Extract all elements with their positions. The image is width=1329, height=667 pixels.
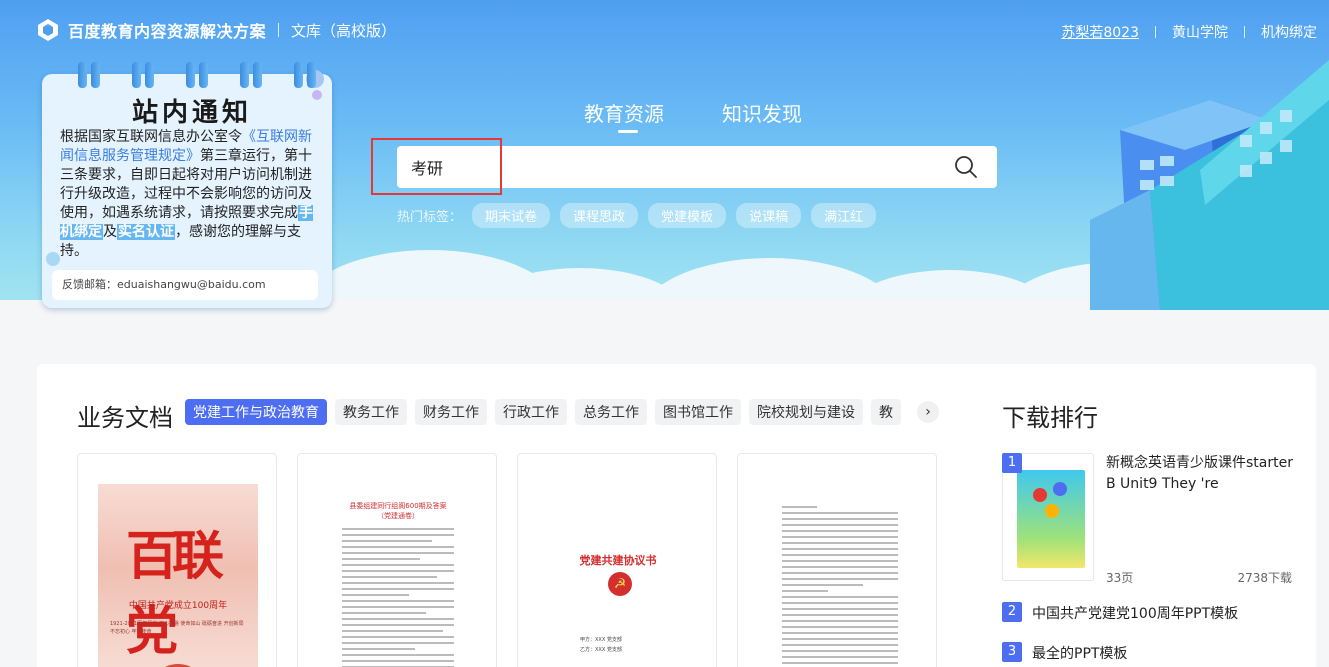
rank-badge: 2	[1002, 602, 1022, 622]
hot-tag[interactable]: 满江红	[811, 203, 877, 228]
hot-tag[interactable]: 期末试卷	[472, 203, 551, 228]
balloon-shape	[1053, 482, 1067, 496]
download-count: 2738下载	[1237, 571, 1292, 585]
hot-tag[interactable]: 党建模板	[648, 203, 727, 228]
search-icon[interactable]	[953, 154, 979, 180]
document-card[interactable]: 县委组建同行组阁600期及答案 （党建通卷）	[297, 453, 497, 667]
tab-education-resources[interactable]: 教育资源	[584, 98, 664, 133]
category-tab-general-affairs[interactable]: 总务工作	[575, 399, 647, 425]
category-tab-finance[interactable]: 财务工作	[415, 399, 487, 425]
hot-tags-label: 热门标签：	[397, 210, 463, 225]
brand-title: 百度教育内容资源解决方案	[68, 22, 267, 41]
ranking-item-title[interactable]: 新概念英语青少版课件starter B Unit9 They 're	[1106, 453, 1296, 495]
user-links: 苏梨若8023 黄山学院 机构绑定	[1061, 22, 1317, 42]
party-emblem-icon: ☭	[608, 572, 632, 596]
category-tab-administration[interactable]: 行政工作	[495, 399, 567, 425]
divider	[1244, 26, 1245, 38]
tab-knowledge-discovery[interactable]: 知识发现	[722, 98, 802, 127]
rank-badge: 1	[1002, 453, 1022, 473]
cover-headline: 百联党	[126, 527, 224, 662]
product-name: 文库（高校版）	[291, 21, 397, 40]
cover-illustration	[1017, 470, 1085, 568]
business-docs-title: 业务文档	[77, 404, 173, 432]
category-tab-planning[interactable]: 院校规划与建设	[749, 399, 863, 425]
document-text-lines	[782, 506, 898, 667]
signature-line: 甲方：XXX 党支部	[580, 637, 622, 643]
document-card[interactable]: 百联党 中国共产党成立100周年 1921-2021百年风华 初心如磐 使命如山…	[77, 453, 277, 667]
ranking-item-meta: 33页 2738下载	[1106, 569, 1292, 586]
document-subheading: （党建通卷）	[377, 512, 419, 520]
cover-subtitle: 中国共产党成立100周年	[128, 601, 228, 611]
category-tabs: 党建工作与政治教育 教务工作 财务工作 行政工作 总务工作 图书馆工作 院校规划…	[185, 399, 901, 425]
category-tab-more[interactable]: 教	[871, 399, 901, 425]
document-card[interactable]	[737, 453, 937, 667]
org-bind-link[interactable]: 机构绑定	[1261, 22, 1317, 42]
document-heading: 党建共建协议书	[579, 554, 657, 567]
ranking-item-3[interactable]: 3 最全的PPT模板	[1002, 642, 1302, 664]
search-tabs: 教育资源 知识发现	[584, 98, 802, 133]
real-name-auth-link[interactable]: 实名认证	[117, 224, 175, 240]
rank-badge: 3	[1002, 642, 1022, 662]
balloon-shape	[1033, 488, 1047, 502]
ranking-item-2[interactable]: 2 中国共产党建党100周年PPT模板	[1002, 602, 1302, 624]
notebook-rings	[78, 62, 318, 88]
notice-title: 站内通知	[131, 98, 252, 128]
building-illustration	[1090, 60, 1329, 310]
divider	[1155, 26, 1156, 38]
signature-line: 乙方：XXX 党支部	[580, 647, 622, 653]
hot-tag[interactable]: 课程思政	[560, 203, 639, 228]
document-heading: 县委组建同行组阁600期及答案	[349, 502, 447, 510]
page-count: 33页	[1106, 571, 1134, 585]
ranking-item-title[interactable]: 最全的PPT模板	[1032, 643, 1127, 663]
ranking-item-1[interactable]: 1 新概念英语青少版课件starter B Unit9 They 're 33页…	[1002, 453, 1293, 593]
document-text-lines	[342, 528, 454, 667]
top-navigation: 百度教育内容资源解决方案 文库（高校版） 苏梨若8023 黄山学院 机构绑定	[0, 0, 1329, 62]
category-tab-library[interactable]: 图书馆工作	[655, 399, 741, 425]
download-ranking-title: 下载排行	[1002, 404, 1098, 432]
feedback-email: 反馈邮箱：eduaishangwu@baidu.com	[52, 270, 318, 300]
hot-tags: 热门标签： 期末试卷 课程思政 党建模板 说课稿 满江红	[397, 203, 877, 228]
notice-body: 根据国家互联网信息办公室令《互联网新闻信息服务管理规定》第三章运行，第十三条要求…	[60, 129, 313, 259]
document-card[interactable]: 党建共建协议书 ☭ 甲方：XXX 党支部 乙方：XXX 党支部	[517, 453, 717, 667]
cover-text: 1921-2021百年风华 初心如磐 使命如山 砥砺奋进 开创新局 不忘初心 牢…	[110, 621, 244, 635]
site-notice-card: 站内通知 根据国家互联网信息办公室令《互联网新闻信息服务管理规定》第三章运行，第…	[42, 62, 332, 308]
balloon-shape	[1045, 504, 1059, 518]
brand-logo[interactable]: 百度教育内容资源解决方案 文库（高校版）	[36, 18, 396, 42]
school-link[interactable]: 黄山学院	[1172, 22, 1228, 42]
user-name-link[interactable]: 苏梨若8023	[1061, 22, 1139, 42]
document-thumbnail: 百联党 中国共产党成立100周年 1921-2021百年风华 初心如磐 使命如山…	[98, 484, 258, 667]
content-card: 业务文档 党建工作与政治教育 教务工作 财务工作 行政工作 总务工作 图书馆工作…	[37, 364, 1316, 667]
ranking-item-title[interactable]: 中国共产党建党100周年PPT模板	[1032, 603, 1238, 623]
baidu-education-logo-icon	[38, 19, 58, 41]
hero-banner: 百度教育内容资源解决方案 文库（高校版） 苏梨若8023 黄山学院 机构绑定 站…	[0, 0, 1329, 318]
hot-tag[interactable]: 说课稿	[736, 203, 802, 228]
highlight-annotation-box	[371, 138, 502, 195]
chevron-right-icon[interactable]: ›	[917, 401, 939, 423]
category-tab-party-building[interactable]: 党建工作与政治教育	[185, 399, 327, 425]
brand-divider	[278, 23, 280, 37]
category-tab-academic-affairs[interactable]: 教务工作	[335, 399, 407, 425]
decorative-dot	[46, 252, 60, 266]
